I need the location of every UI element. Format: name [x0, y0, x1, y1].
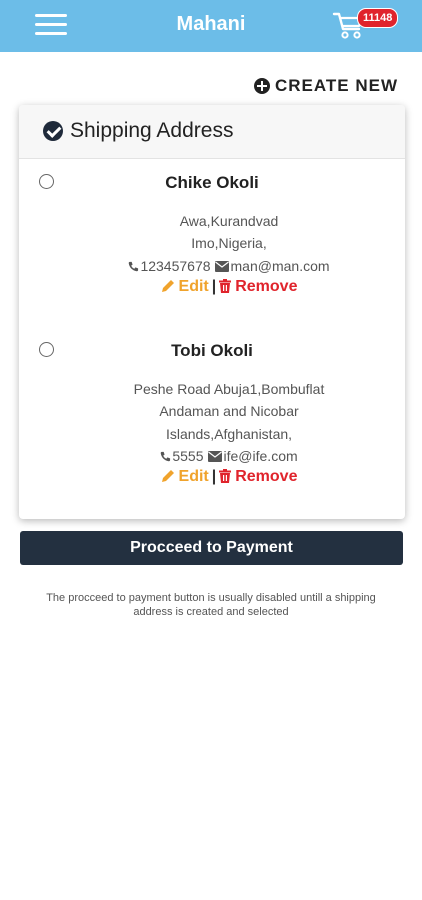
- edit-link[interactable]: Edit: [161, 278, 209, 295]
- edit-label: Edit: [178, 468, 209, 485]
- address-name: Tobi Okoli: [171, 341, 253, 360]
- phone-icon: [129, 261, 139, 272]
- cart-count-badge: 11148: [357, 8, 399, 28]
- edit-label: Edit: [178, 278, 209, 295]
- create-new-button[interactable]: CREATE NEW: [254, 76, 398, 96]
- remove-link[interactable]: Remove: [219, 278, 297, 295]
- separator: |: [211, 468, 217, 485]
- remove-label: Remove: [235, 278, 298, 295]
- mail-icon: [214, 261, 229, 272]
- address-line: Islands,Afghanistan,: [165, 426, 293, 442]
- separator: |: [211, 278, 217, 295]
- card-title: Shipping Address: [70, 119, 234, 142]
- create-new-label: CREATE NEW: [275, 76, 399, 95]
- phone-text: 123457678: [140, 258, 211, 274]
- phone-text: 5555: [172, 448, 204, 464]
- helper-note: The procceed to payment button is usuall…: [46, 592, 376, 618]
- address-actions: Edit | Remove: [79, 278, 379, 296]
- check-circle-icon: [43, 121, 63, 141]
- address-line: Imo,Nigeria,: [191, 235, 267, 251]
- address-line: Awa,Kurandvad: [179, 213, 279, 229]
- remove-label: Remove: [235, 468, 298, 485]
- shipping-address-card: Shipping Address Chike Okoli Awa,Kurandv…: [19, 105, 405, 519]
- trash-icon: [219, 279, 232, 293]
- mail-icon: [207, 451, 222, 462]
- edit-link[interactable]: Edit: [161, 468, 209, 485]
- proceed-to-payment-button[interactable]: Procceed to Payment: [20, 531, 403, 565]
- pencil-icon: [161, 280, 174, 292]
- address-actions: Edit | Remove: [79, 468, 379, 486]
- phone-icon: [161, 451, 171, 462]
- trash-icon: [219, 469, 232, 483]
- address-contact: 5555 ife@ife.com: [79, 448, 379, 464]
- email-text: ife@ife.com: [223, 448, 298, 464]
- top-app-bar: Mahani 11148: [0, 0, 422, 52]
- pencil-icon: [161, 470, 174, 482]
- card-header: Shipping Address: [19, 105, 405, 159]
- plus-circle-icon: [254, 78, 270, 94]
- remove-link[interactable]: Remove: [219, 468, 297, 485]
- address-line: Peshe Road Abuja1,Bombuflat: [133, 381, 325, 397]
- email-text: man@man.com: [230, 258, 330, 274]
- address-contact: 123457678 man@man.com: [79, 258, 379, 274]
- address-line: Andaman and Nicobar: [159, 403, 299, 419]
- address-name: Chike Okoli: [165, 173, 259, 192]
